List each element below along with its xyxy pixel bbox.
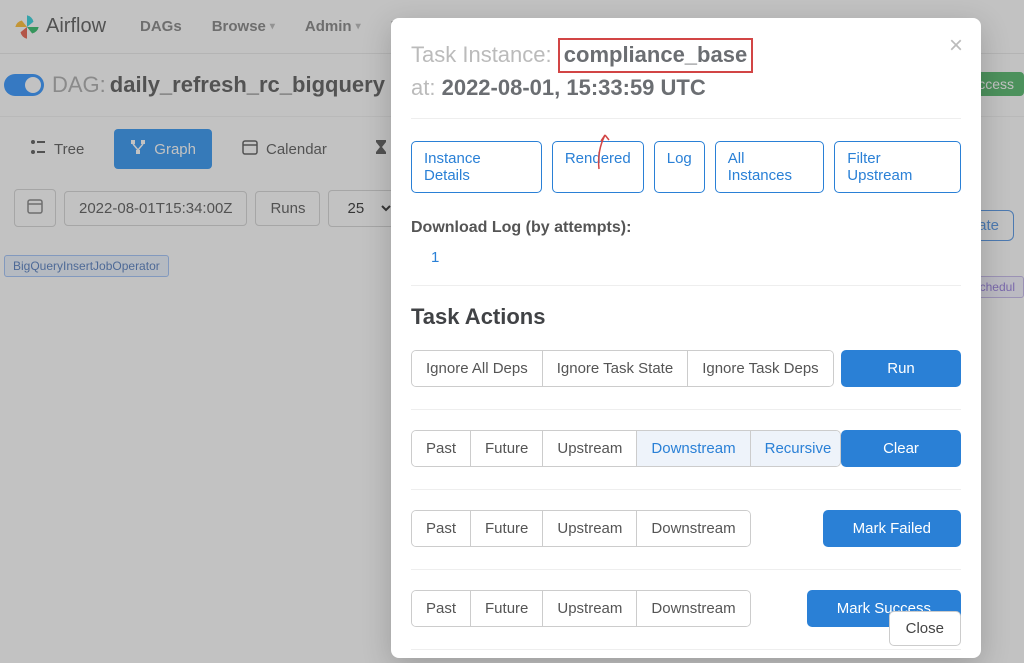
task-id-highlighted: compliance_base: [558, 38, 753, 73]
mf-future-button[interactable]: Future: [471, 511, 543, 546]
pill-log[interactable]: Log: [654, 141, 705, 193]
ms-upstream-button[interactable]: Upstream: [543, 591, 637, 626]
ignore-task-deps-button[interactable]: Ignore Task Deps: [688, 351, 832, 386]
clear-downstream-button[interactable]: Downstream: [637, 431, 750, 466]
mf-past-button[interactable]: Past: [412, 511, 471, 546]
mf-upstream-button[interactable]: Upstream: [543, 511, 637, 546]
pill-rendered[interactable]: Rendered: [552, 141, 644, 193]
divider: [411, 649, 961, 650]
ms-future-button[interactable]: Future: [471, 591, 543, 626]
title-prefix: Task Instance:: [411, 42, 552, 67]
clear-row: Past Future Upstream Downstream Recursiv…: [411, 430, 961, 467]
mark-failed-button[interactable]: Mark Failed: [823, 510, 961, 547]
ignore-task-state-button[interactable]: Ignore Task State: [543, 351, 688, 386]
task-actions-title: Task Actions: [411, 304, 961, 330]
divider: [411, 489, 961, 490]
clear-upstream-button[interactable]: Upstream: [543, 431, 637, 466]
attempt-1-link[interactable]: 1: [431, 249, 439, 266]
close-icon[interactable]: ×: [949, 32, 963, 60]
divider: [411, 569, 961, 570]
ms-past-button[interactable]: Past: [412, 591, 471, 626]
clear-button[interactable]: Clear: [841, 430, 961, 467]
pill-filter-upstream[interactable]: Filter Upstream: [834, 141, 961, 193]
ms-downstream-button[interactable]: Downstream: [637, 591, 749, 626]
clear-group: Past Future Upstream Downstream Recursiv…: [411, 430, 841, 467]
run-button[interactable]: Run: [841, 350, 961, 387]
mark-success-group: Past Future Upstream Downstream: [411, 590, 751, 627]
ignore-all-deps-button[interactable]: Ignore All Deps: [412, 351, 543, 386]
task-instance-modal: × Task Instance: compliance_base at: 202…: [391, 18, 981, 658]
at-prefix: at:: [411, 75, 435, 100]
clear-recursive-button[interactable]: Recursive: [751, 431, 841, 466]
ignore-group: Ignore All Deps Ignore Task State Ignore…: [411, 350, 834, 387]
download-log-label: Download Log (by attempts):: [411, 219, 961, 237]
task-datetime: 2022-08-01, 15:33:59 UTC: [442, 75, 706, 100]
divider: [411, 409, 961, 410]
clear-future-button[interactable]: Future: [471, 431, 543, 466]
close-button[interactable]: Close: [889, 611, 961, 646]
modal-title: Task Instance: compliance_base at: 2022-…: [411, 38, 961, 104]
modal-nav-pills: Instance Details Rendered Log All Instan…: [411, 141, 961, 193]
mark-failed-row: Past Future Upstream Downstream Mark Fai…: [411, 510, 961, 547]
mf-downstream-button[interactable]: Downstream: [637, 511, 749, 546]
pill-instance-details[interactable]: Instance Details: [411, 141, 542, 193]
clear-past-button[interactable]: Past: [412, 431, 471, 466]
task-id: compliance_base: [564, 42, 747, 67]
ignore-row: Ignore All Deps Ignore Task State Ignore…: [411, 350, 961, 387]
divider: [411, 118, 961, 119]
pill-all-instances[interactable]: All Instances: [715, 141, 825, 193]
divider: [411, 285, 961, 286]
mark-failed-group: Past Future Upstream Downstream: [411, 510, 751, 547]
mark-success-row: Past Future Upstream Downstream Mark Suc…: [411, 590, 961, 627]
